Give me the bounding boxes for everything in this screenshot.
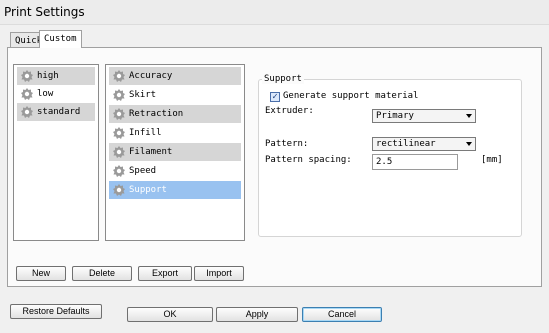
list-item[interactable]: Speed (109, 162, 241, 180)
extruder-value: Primary (376, 111, 414, 121)
gear-icon (21, 88, 33, 100)
category-label: Filament (129, 147, 173, 157)
pattern-select[interactable]: rectilinear (372, 137, 476, 151)
gear-icon (21, 106, 33, 118)
pattern-spacing-unit: [mm] (481, 155, 503, 165)
category-label: Accuracy (129, 71, 173, 81)
list-item[interactable]: standard (17, 103, 95, 121)
window-titlebar: Print Settings (0, 0, 549, 25)
list-item[interactable]: Accuracy (109, 67, 241, 85)
profiles-list[interactable]: high low standard (13, 64, 99, 241)
cancel-button[interactable]: Cancel (302, 307, 382, 322)
chevron-down-icon (466, 142, 472, 146)
generate-support-checkbox[interactable]: ✓ (270, 92, 280, 102)
new-profile-button[interactable]: New (16, 266, 66, 281)
category-label: Support (129, 185, 167, 195)
gear-icon (113, 108, 125, 120)
pattern-spacing-label: Pattern spacing: (265, 155, 352, 165)
extruder-label: Extruder: (265, 106, 314, 116)
category-label: Infill (129, 128, 162, 138)
gear-icon (113, 89, 125, 101)
list-item[interactable]: high (17, 67, 95, 85)
category-label: Skirt (129, 90, 157, 100)
list-item[interactable]: low (17, 85, 95, 103)
pattern-label: Pattern: (265, 139, 309, 149)
gear-icon (113, 70, 125, 82)
pattern-spacing-input[interactable]: 2.5 (372, 154, 458, 170)
categories-list[interactable]: Accuracy Skirt Retraction Infill Filamen… (105, 64, 245, 241)
restore-defaults-button[interactable]: Restore Defaults (10, 304, 102, 319)
list-item[interactable]: Infill (109, 124, 241, 142)
pattern-value: rectilinear (376, 139, 436, 149)
apply-button[interactable]: Apply (216, 307, 298, 322)
chevron-down-icon (466, 114, 472, 118)
gear-icon (113, 146, 125, 158)
list-item[interactable]: Retraction (109, 105, 241, 123)
category-label: Speed (129, 166, 157, 176)
profile-label: high (37, 71, 59, 81)
ok-button[interactable]: OK (127, 307, 213, 322)
extruder-select[interactable]: Primary (372, 109, 476, 123)
export-profile-button[interactable]: Export (138, 266, 192, 281)
tab-custom[interactable]: Custom (39, 30, 82, 48)
gear-icon (113, 165, 125, 177)
generate-support-label: Generate support material (283, 91, 419, 101)
profile-label: standard (37, 107, 81, 117)
import-profile-button[interactable]: Import (194, 266, 244, 281)
list-item[interactable]: Skirt (109, 86, 241, 104)
profile-label: low (37, 89, 54, 99)
gear-icon (113, 184, 125, 196)
support-group-label: Support (262, 74, 304, 84)
window-title: Print Settings (4, 5, 85, 19)
gear-icon (21, 70, 33, 82)
category-label: Retraction (129, 109, 184, 119)
delete-profile-button[interactable]: Delete (72, 266, 132, 281)
gear-icon (113, 127, 125, 139)
list-item[interactable]: Filament (109, 143, 241, 161)
list-item-selected[interactable]: Support (109, 181, 241, 199)
